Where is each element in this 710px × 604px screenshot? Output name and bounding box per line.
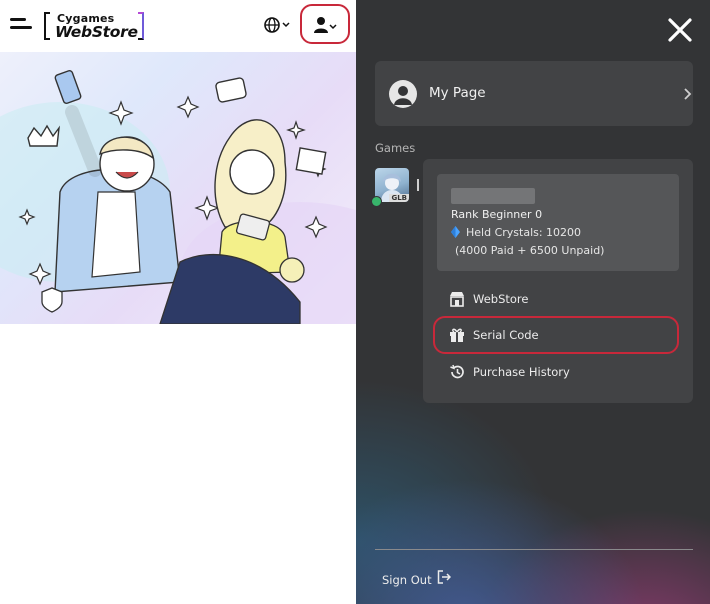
- store-icon: [450, 292, 464, 307]
- my-page-link[interactable]: My Page: [375, 61, 693, 126]
- menu-item-purchase-history[interactable]: Purchase History: [437, 357, 679, 387]
- logo-bottom-text: WebStore: [55, 23, 138, 41]
- account-menu-button[interactable]: [300, 4, 350, 44]
- menu-item-serial-code[interactable]: Serial Code: [437, 320, 679, 350]
- close-icon: [668, 18, 692, 42]
- language-selector[interactable]: [264, 15, 294, 35]
- player-info-box: Rank Beginner 0 Held Crystals: 10200 (40…: [437, 174, 679, 271]
- menu-item-label: Serial Code: [473, 328, 539, 342]
- account-menu-panel: My Page Games GLB Rank Beginner 0 Held C…: [356, 0, 710, 604]
- games-section-label: Games: [375, 141, 416, 155]
- globe-icon: [264, 17, 290, 33]
- user-icon: [394, 86, 412, 105]
- crystal-icon: [451, 226, 460, 238]
- close-menu-button[interactable]: [666, 16, 694, 44]
- linked-status-icon: [371, 196, 382, 207]
- menu-item-label: WebStore: [473, 292, 529, 306]
- cygames-webstore-logo[interactable]: Cygames WebStore: [44, 11, 144, 41]
- user-icon: [314, 17, 337, 33]
- history-icon: [450, 364, 464, 379]
- avatar: [389, 80, 417, 108]
- held-crystals-text: Held Crystals: 10200: [466, 226, 582, 239]
- crystal-breakdown: (4000 Paid + 6500 Unpaid): [455, 244, 605, 257]
- menu-item-webstore[interactable]: WebStore: [437, 284, 679, 314]
- my-page-label: My Page: [429, 85, 486, 101]
- blurred-player-name: [451, 188, 535, 204]
- text-cursor: [417, 179, 419, 191]
- sign-out-icon: [437, 570, 451, 584]
- store-page: Cygames WebStore: [0, 0, 356, 604]
- menu-item-label: Purchase History: [473, 365, 570, 379]
- gift-icon: [450, 328, 464, 342]
- divider: [375, 549, 693, 550]
- top-bar: Cygames WebStore: [0, 0, 356, 52]
- player-rank: Rank Beginner 0: [451, 208, 543, 221]
- chevron-right-icon: [684, 88, 692, 100]
- hamburger-menu-icon[interactable]: [10, 17, 32, 33]
- game-card: Rank Beginner 0 Held Crystals: 10200 (40…: [423, 159, 693, 403]
- held-crystals: Held Crystals: 10200: [451, 226, 581, 239]
- region-badge: GLB: [389, 194, 409, 202]
- sign-out-label: Sign Out: [382, 573, 432, 587]
- sign-out-button[interactable]: Sign Out: [382, 569, 451, 587]
- hero-illustration: [0, 52, 356, 324]
